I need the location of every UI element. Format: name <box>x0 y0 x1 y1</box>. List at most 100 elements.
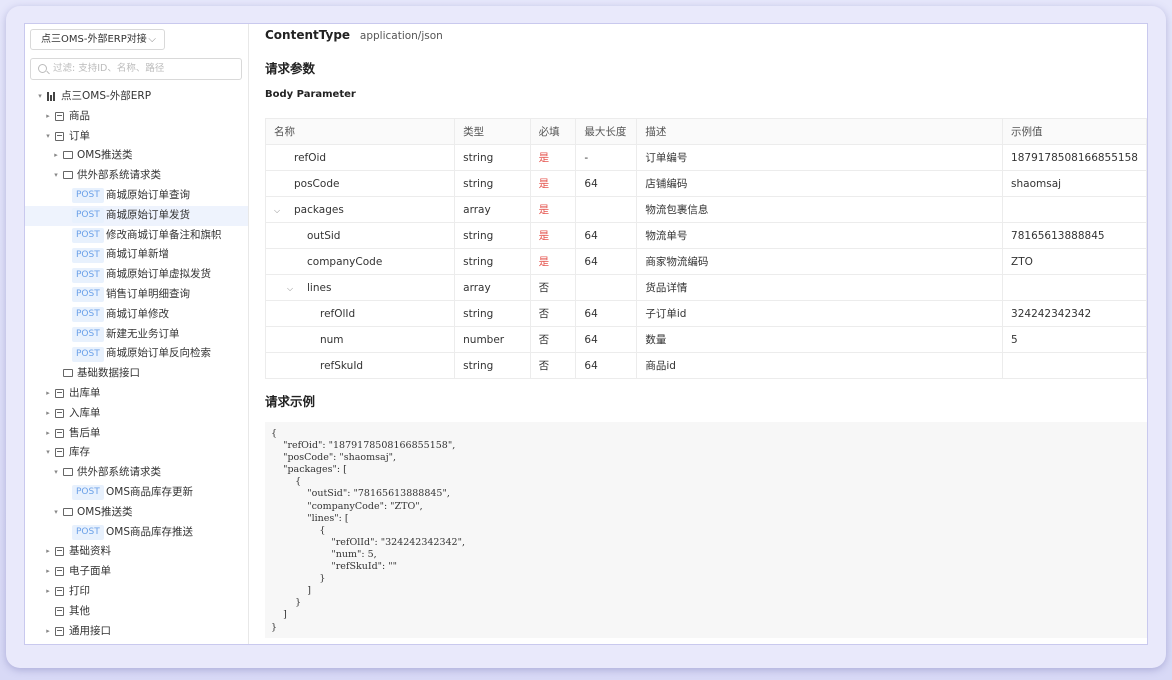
post-method-badge: POST <box>72 307 104 323</box>
tree-item-label: 其他 <box>69 604 90 617</box>
tree-folder-item[interactable]: ▸ 售后单 <box>25 424 248 444</box>
tree-endpoint-item[interactable]: POST 销售订单明细查询 <box>25 285 248 305</box>
caret-right-icon[interactable]: ▸ <box>44 404 52 424</box>
param-maxlength: 64 <box>575 170 638 197</box>
tree-folder-item[interactable]: ▸ 出库单 <box>25 384 248 404</box>
tree-folder-item[interactable]: ▸ 入库单 <box>25 404 248 424</box>
folder-icon <box>63 171 73 180</box>
param-required: 否 <box>529 300 577 327</box>
tree-folder-item[interactable]: ▸ 通用接口 <box>25 622 248 642</box>
params-table: 名称 类型 必填 最大长度 描述 示例值 refOid string 是 - 订单编号 1… <box>264 118 1147 379</box>
caret-down-icon[interactable]: ▾ <box>52 166 60 186</box>
content-type-value: application/json <box>359 30 443 42</box>
tree-endpoint-item[interactable]: POST 商城原始订单查询 <box>25 186 248 206</box>
caret-down-icon[interactable]: ▾ <box>36 87 44 107</box>
tree-item-label: 电子面单 <box>69 565 111 578</box>
param-name: refOlId <box>320 307 356 320</box>
caret-right-icon[interactable]: ▸ <box>44 582 52 602</box>
post-method-badge: POST <box>72 228 104 244</box>
caret-down-icon[interactable]: ▾ <box>52 503 60 523</box>
post-method-badge: POST <box>72 188 104 204</box>
param-name: companyCode <box>307 255 383 268</box>
tree-folder-item[interactable]: ▸ 基础资料 <box>25 542 248 562</box>
header-maxlength: 最大长度 <box>575 118 638 145</box>
param-description: 物流包裹信息 <box>636 196 1004 223</box>
param-required: 是 <box>529 170 577 197</box>
search-input[interactable]: 过滤: 支持ID、名称、路径 <box>30 58 242 80</box>
module-icon <box>55 111 64 121</box>
body-param-title: Body Parameter <box>265 89 356 100</box>
module-icon <box>55 626 64 636</box>
tree-folder-item[interactable]: 基础数据接口 <box>25 364 248 384</box>
tree-item-label: 出库单 <box>69 386 101 399</box>
tree-folder-item[interactable]: ▾ 供外部系统请求类 <box>25 166 248 186</box>
module-icon <box>55 547 64 557</box>
caret-right-icon[interactable]: ▸ <box>44 107 52 127</box>
param-maxlength <box>575 274 638 301</box>
param-example: shaomsaj <box>1002 170 1147 197</box>
tree-item-label: 商城原始订单虚拟发货 <box>106 268 211 281</box>
chevron-down-icon[interactable]: ⌵ <box>287 284 297 294</box>
tree-endpoint-item[interactable]: POST 修改商城订单备注和旗帜 <box>25 226 248 246</box>
param-name: num <box>320 333 344 346</box>
folder-icon <box>63 369 73 378</box>
chevron-down-icon[interactable]: ⌵ <box>274 206 284 216</box>
tree-folder-item[interactable]: ▸ 商品 <box>25 107 248 127</box>
param-description: 订单编号 <box>636 144 1004 171</box>
param-required: 是 <box>529 222 577 249</box>
tree-item-label: 修改商城订单备注和旗帜 <box>106 228 222 241</box>
tree-item-label: 打印 <box>69 584 90 597</box>
tree-item-label: 供外部系统请求类 <box>77 169 161 182</box>
tree-endpoint-item[interactable]: POST 商城原始订单虚拟发货 <box>25 265 248 285</box>
caret-right-icon[interactable]: ▸ <box>44 384 52 404</box>
tree-folder-item[interactable]: ▾ 库存 <box>25 443 248 463</box>
param-type: string <box>454 352 531 379</box>
tree-item-label: 供外部系统请求类 <box>77 466 161 479</box>
tree-endpoint-item[interactable]: POST 商城订单新增 <box>25 245 248 265</box>
caret-down-icon[interactable]: ▾ <box>52 463 60 483</box>
table-row: refSkuId string 否 64 商品id <box>264 352 1147 379</box>
caret-right-icon[interactable]: ▸ <box>44 542 52 562</box>
param-description: 商品id <box>636 352 1004 379</box>
header-example: 示例值 <box>1002 118 1147 145</box>
tree-folder-item[interactable]: ▾ 供外部系统请求类 <box>25 463 248 483</box>
tree-folder-item[interactable]: ▸ 打印 <box>25 582 248 602</box>
caret-right-icon[interactable]: ▸ <box>44 562 52 582</box>
tree-folder-item[interactable]: ▾ OMS推送类 <box>25 503 248 523</box>
caret-down-icon[interactable]: ▾ <box>44 443 52 463</box>
tree-endpoint-item[interactable]: POST 商城原始订单反向检索 <box>25 344 248 364</box>
tree-item-label: OMS推送类 <box>77 149 133 162</box>
tree-folder-item[interactable]: ▸ OMS推送类 <box>25 146 248 166</box>
tree-item-label: 库存 <box>69 446 90 459</box>
param-type: string <box>454 248 531 275</box>
tree-endpoint-item[interactable]: POST 新建无业务订单 <box>25 325 248 345</box>
tree-endpoint-item[interactable]: POST 商城原始订单发货 <box>25 205 248 226</box>
request-example-code[interactable]: { "refOid": "1879178508166855158", "posC… <box>265 422 1147 638</box>
param-maxlength: 64 <box>575 300 638 327</box>
tree-folder-item[interactable]: ▾ 点三OMS-外部ERP <box>25 87 248 107</box>
project-select[interactable]: 点三OMS-外部ERP对接 ⌵ <box>30 29 165 50</box>
module-icon <box>55 606 64 616</box>
table-row: posCode string 是 64 店铺编码 shaomsaj <box>264 170 1147 197</box>
caret-right-icon[interactable]: ▸ <box>52 146 60 166</box>
tree-endpoint-item[interactable]: POST OMS商品库存推送 <box>25 523 248 543</box>
tree-item-label: 通用接口 <box>69 624 111 637</box>
param-description: 数量 <box>636 326 1004 353</box>
tree-folder-item[interactable]: ▾ 订单 <box>25 127 248 147</box>
header-type: 类型 <box>454 118 531 145</box>
post-method-badge: POST <box>72 525 104 541</box>
table-row: ⌵ packages array 是 物流包裹信息 <box>264 196 1147 223</box>
tree-item-label: 基础数据接口 <box>77 367 140 380</box>
caret-down-icon[interactable]: ▾ <box>44 127 52 147</box>
tree-folder-item[interactable]: 其他 <box>25 602 248 622</box>
param-name: refSkuId <box>320 359 364 372</box>
tree-endpoint-item[interactable]: POST OMS商品库存更新 <box>25 483 248 503</box>
tree-item-label: 商城订单修改 <box>106 307 169 320</box>
tree-item-label: 商城原始订单查询 <box>106 188 190 201</box>
caret-right-icon[interactable]: ▸ <box>44 424 52 444</box>
tree-endpoint-item[interactable]: POST 商城订单修改 <box>25 305 248 325</box>
tree-folder-item[interactable]: ▸ 电子面单 <box>25 562 248 582</box>
caret-right-icon[interactable]: ▸ <box>44 622 52 642</box>
param-type: string <box>454 170 531 197</box>
param-required: 是 <box>529 196 577 223</box>
